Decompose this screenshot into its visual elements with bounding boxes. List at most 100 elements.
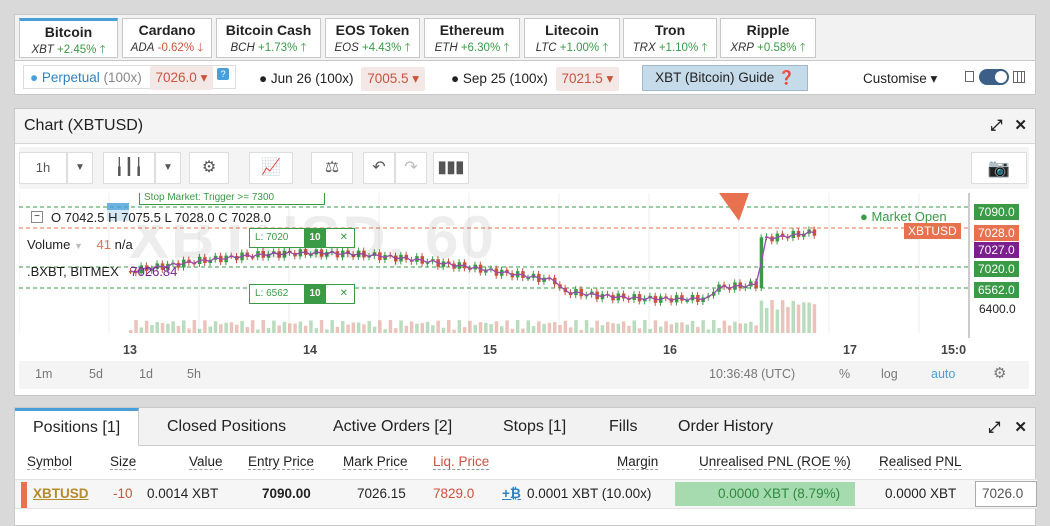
chart-type-dropdown[interactable]: ▼ [155,152,181,184]
interval-dropdown[interactable]: ▼ [67,152,93,184]
volume-bar [590,327,594,333]
position-symbol[interactable]: XBTUSD [33,486,89,501]
stop-order-tag[interactable]: Stop Market: Trigger >= 7300 [139,193,325,205]
depth-bars-icon[interactable]: ▮▮▮ [433,152,469,184]
col-mark-price[interactable]: Mark Price [343,454,408,470]
tab-stops[interactable]: Stops [1] [503,408,566,446]
utc-clock: 10:36:48 (UTC) [709,367,796,381]
close-icon[interactable]: ✕ [1014,117,1027,134]
volume-bar [245,327,250,333]
volume-bar [303,325,308,333]
close-icon[interactable]: ✕ [1014,419,1027,436]
contract-price-dropdown[interactable]: 7026.0 ▾ [149,66,214,90]
contract-sep[interactable]: ● Sep 25 (100x) 7021.5 ▾ [451,67,620,91]
settings-gear-icon[interactable]: ⚙ [189,152,229,184]
tab-active-orders[interactable]: Active Orders [2] [333,408,452,446]
volume-bar [542,323,546,333]
limit-order-tag-1[interactable]: L: 7020 10 ✕ [249,228,355,248]
collapse-icon[interactable]: − [31,211,43,223]
range-5d[interactable]: 5d [89,367,103,381]
volume-bar [733,321,737,333]
tab-bitcoin[interactable]: Bitcoin XBT +2.45% 🡑 [19,18,118,58]
tab-cardano[interactable]: Cardano ADA -0.62% 🡓 [122,18,212,58]
cancel-order-icon[interactable]: ✕ [340,285,348,303]
customise-dropdown[interactable]: Customise ▾ [863,67,937,91]
volume-bar [436,320,440,333]
tab-ethereum[interactable]: Ethereum ETH +6.30% 🡑 [424,18,520,58]
volume-bar [266,327,271,333]
col-unrealised-pnl[interactable]: Unrealised PNL (ROE %) [699,454,851,470]
short-indicator [21,482,27,508]
redo-icon[interactable]: ↷ [395,152,427,184]
volume-bar [494,321,499,333]
tab-ripple[interactable]: Ripple XRP +0.58% 🡑 [720,18,816,58]
candles-icon[interactable]: ╽┃╽ [103,152,155,184]
tab-eos[interactable]: EOS Token EOS +4.43% 🡑 [325,18,420,58]
volume-bar [335,326,340,333]
volume-bar [659,326,663,333]
range-5h[interactable]: 5h [187,367,201,381]
contract-jun[interactable]: ● Jun 26 (100x) 7005.5 ▾ [259,67,426,91]
col-symbol[interactable]: Symbol [27,454,73,470]
undo-icon[interactable]: ↶ [363,152,395,184]
range-1m[interactable]: 1m [35,367,52,381]
volume-bar [674,322,679,333]
volume-bar [786,306,790,333]
tab-litecoin[interactable]: Litecoin LTC +1.00% 🡑 [524,18,620,58]
limit-order-tag-2[interactable]: L: 6562 10 ✕ [249,284,355,304]
position-value: 0.0014 XBT [147,486,219,501]
tab-change: +1.10% [658,42,699,54]
close-price-input[interactable]: 7026.0 [975,481,1037,507]
arrow-up-icon: 🡑 [503,42,510,54]
add-margin-icon[interactable]: +₿ [502,486,521,501]
chart-settings-icon[interactable]: ⚙ [993,364,1006,382]
indicators-icon[interactable]: 📈 [249,152,293,184]
range-1d[interactable]: 1d [139,367,153,381]
volume-bar [770,300,774,333]
cancel-order-icon[interactable]: ✕ [340,229,348,247]
volume-bar [547,322,552,333]
tab-bitcoin-cash[interactable]: Bitcoin Cash BCH +1.73% 🡑 [216,18,321,58]
contract-perpetual[interactable]: ● Perpetual (100x) 7026.0 ▾ ? [23,65,237,90]
help-icon[interactable]: ? [217,68,230,80]
grid-view-icon[interactable] [1013,71,1025,83]
col-size[interactable]: Size [110,454,137,470]
col-entry-price[interactable]: Entry Price [248,454,315,470]
guide-button[interactable]: XBT (Bitcoin) Guide ❓ [642,65,808,91]
camera-icon[interactable]: 📷 [971,152,1027,184]
tab-closed-positions[interactable]: Closed Positions [167,408,286,446]
layout-toggle[interactable] [979,69,1009,85]
col-value[interactable]: Value [189,454,223,470]
volume-bar [627,325,631,333]
expand-icon[interactable]: ⤢ [988,419,1000,436]
position-unrealised-pnl: 0.0000 XBT (8.79%) [718,486,841,501]
col-liq-price[interactable]: Liq. Price [433,454,490,470]
volume-bar [515,320,520,333]
volume-bar [409,321,414,333]
volume-bar [367,321,371,333]
price-badge: 7020.0 [974,261,1019,277]
percent-scale-toggle[interactable]: % [839,367,850,381]
log-scale-toggle[interactable]: log [881,367,898,381]
single-view-icon[interactable] [965,71,974,82]
compare-scale-icon[interactable]: ⚖ [311,152,353,184]
tab-fills[interactable]: Fills [609,408,637,446]
volume-bar [775,309,780,333]
col-margin[interactable]: Margin [617,454,659,470]
interval-button[interactable]: 1h [19,152,67,184]
tab-order-history[interactable]: Order History [678,408,773,446]
order-price: L: 7020 [255,232,289,243]
chart-plot[interactable]: XBTUSD, 60 − O 7042.5 H 7075.5 L 7028.0 … [19,193,1029,363]
tab-code: TRX [632,42,656,54]
contract-price-dropdown[interactable]: 7021.5 ▾ [555,67,620,91]
expand-icon[interactable]: ⤢ [990,117,1002,134]
volume-bar [330,320,334,333]
auto-scale-toggle[interactable]: auto [931,367,955,381]
volume-bar [250,320,255,333]
contract-price-dropdown[interactable]: 7005.5 ▾ [361,67,426,91]
contract-label: Sep 25 (100x) [462,71,548,86]
index-readout: .BXBT, BITMEX 7026.84 [27,264,177,279]
tab-tron[interactable]: Tron TRX +1.10% 🡑 [623,18,717,58]
tab-positions[interactable]: Positions [1] [15,408,140,446]
col-realised-pnl[interactable]: Realised PNL [879,454,962,470]
